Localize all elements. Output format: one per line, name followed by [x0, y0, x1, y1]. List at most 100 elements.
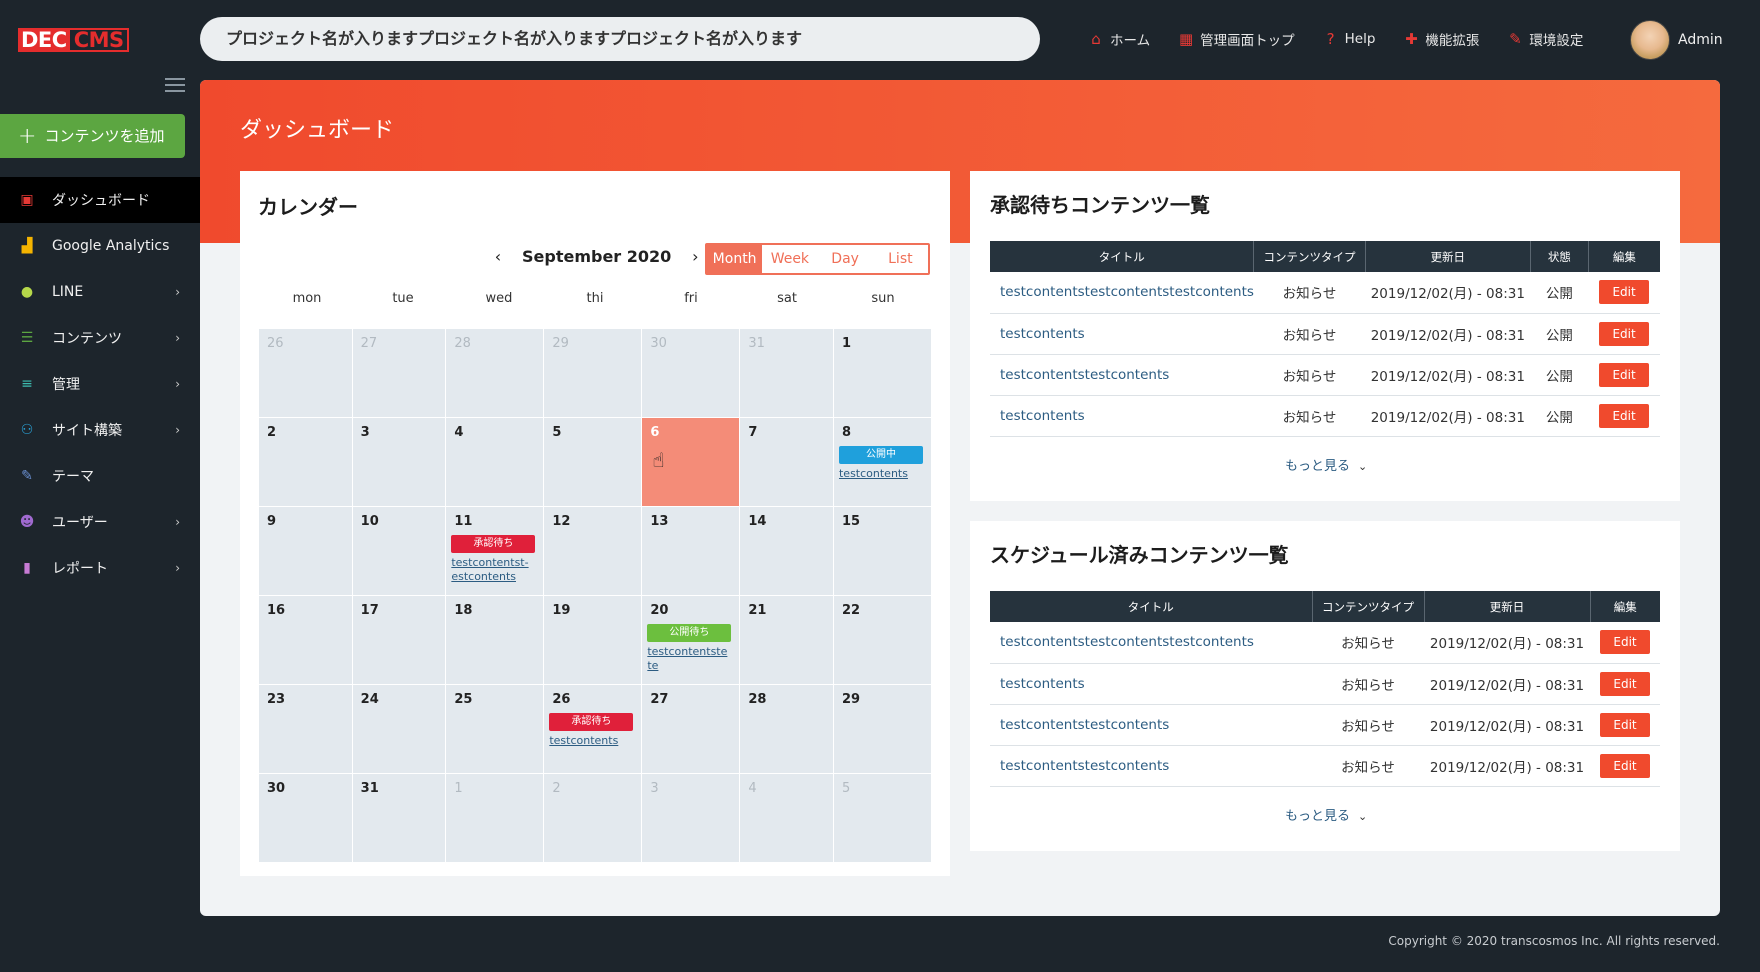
calendar-day[interactable]: 2 — [259, 418, 352, 506]
topnav-item-2[interactable]: ? Help — [1323, 30, 1376, 48]
calendar-day[interactable]: 26 承認待ち testcontents — [544, 685, 642, 773]
calendar-day[interactable]: 30 — [259, 774, 352, 862]
calendar-day[interactable]: 5 — [544, 418, 642, 506]
row-title-link[interactable]: testcontentstestcontents — [990, 745, 1312, 787]
calendar-day[interactable]: 26 — [259, 329, 352, 417]
event-link[interactable]: testcontentst-estcontents — [451, 556, 535, 584]
row-title-link[interactable]: testcontents — [990, 313, 1254, 355]
prev-month-button[interactable]: ‹ — [488, 247, 508, 266]
sidebar-item-1[interactable]: ▟ Google Analytics — [0, 223, 200, 269]
calendar-day[interactable]: 27 — [352, 329, 446, 417]
row-title-link[interactable]: testcontentstestcontents — [990, 704, 1312, 746]
calendar-day[interactable]: 24 — [352, 685, 446, 773]
edit-button[interactable]: Edit — [1599, 280, 1650, 305]
calendar-day[interactable]: 15 — [833, 507, 931, 595]
day-number: 19 — [552, 603, 571, 618]
calendar-day[interactable]: 29 — [833, 685, 931, 773]
scheduled-more-label: もっと見る — [1285, 809, 1351, 824]
view-month-button[interactable]: Month — [707, 245, 763, 273]
edit-button[interactable]: Edit — [1600, 753, 1650, 778]
calendar-day[interactable]: 7 — [740, 418, 833, 506]
calendar-day[interactable]: 20 公開待ち testcontentstete — [642, 596, 740, 684]
calendar-day[interactable]: 22 — [833, 596, 931, 684]
sidebar-item-4[interactable]: ≡ 管理 › — [0, 361, 200, 407]
row-title-link[interactable]: testcontentstestcontentstestcontents — [990, 622, 1312, 664]
scheduled-more-link[interactable]: もっと見る ⌄ — [1285, 805, 1367, 824]
day-number: 4 — [748, 781, 757, 796]
day-number: 8 — [841, 425, 852, 440]
calendar-day[interactable]: 17 — [352, 596, 446, 684]
calendar-day[interactable]: 3 — [642, 774, 740, 862]
calendar-day[interactable]: 13 — [642, 507, 740, 595]
chevron-right-icon: › — [175, 423, 180, 437]
event-link[interactable]: testcontents — [549, 734, 633, 748]
calendar-day[interactable]: 4 — [446, 418, 544, 506]
edit-button[interactable]: Edit — [1600, 671, 1650, 696]
view-day-button[interactable]: Day — [818, 245, 873, 273]
dec-cms-logo[interactable]: DEC CMS — [18, 28, 129, 52]
calendar-day[interactable]: 16 — [259, 596, 352, 684]
sidebar-item-8[interactable]: ▮ レポート › — [0, 545, 200, 591]
row-status: 公開 — [1530, 272, 1589, 314]
event-link[interactable]: testcontents — [839, 467, 923, 481]
calendar-day[interactable]: 8 公開中 testcontents — [833, 418, 931, 506]
calendar-day[interactable]: 25 — [446, 685, 544, 773]
calendar-day[interactable]: 29 — [544, 329, 642, 417]
pending-more-link[interactable]: もっと見る ⌄ — [1285, 455, 1367, 474]
calendar-day[interactable]: 23 — [259, 685, 352, 773]
next-month-button[interactable]: › — [685, 247, 705, 266]
sidebar-item-6[interactable]: ✎ テーマ — [0, 453, 200, 499]
add-content-button[interactable]: + コンテンツを追加 — [0, 114, 185, 158]
calendar-day[interactable]: 19 — [544, 596, 642, 684]
calendar-day[interactable]: 2 — [544, 774, 642, 862]
event-status-badge: 公開中 — [838, 446, 923, 464]
row-title-link[interactable]: testcontentstestcontents — [990, 354, 1254, 396]
calendar-day[interactable]: 10 — [352, 507, 446, 595]
calendar-day[interactable]: 31 — [740, 329, 833, 417]
calendar-day-today[interactable]: 6 ☝ — [642, 418, 740, 506]
sidebar-item-3[interactable]: ☰ コンテンツ › — [0, 315, 200, 361]
project-name-field[interactable]: プロジェクト名が入りますプロジェクト名が入りますプロジェクト名が入ります — [200, 17, 1040, 61]
sidebar-item-0[interactable]: ▣ ダッシュボード — [0, 177, 200, 223]
topnav-item-4[interactable]: ✎ 環境設定 — [1507, 29, 1583, 49]
calendar-day[interactable]: 9 — [259, 507, 352, 595]
topnav-item-0[interactable]: ⌂ ホーム — [1088, 29, 1150, 49]
pending-more-label: もっと見る — [1285, 459, 1351, 474]
edit-button[interactable]: Edit — [1599, 403, 1650, 428]
row-title-link[interactable]: testcontentstestcontentstestcontents — [990, 272, 1254, 314]
hamburger-menu-icon[interactable] — [165, 78, 185, 94]
calendar-day[interactable]: 18 — [446, 596, 544, 684]
calendar-day[interactable]: 12 — [544, 507, 642, 595]
row-edit-cell: Edit — [1590, 622, 1660, 664]
calendar-day[interactable]: 30 — [642, 329, 740, 417]
topnav-item-3[interactable]: ✚ 機能拡張 — [1403, 29, 1479, 49]
row-title-link[interactable]: testcontents — [990, 663, 1312, 705]
calendar-day[interactable]: 1 — [833, 329, 931, 417]
calendar-day[interactable]: 28 — [740, 685, 833, 773]
calendar-day[interactable]: 1 — [446, 774, 544, 862]
calendar-day[interactable]: 21 — [740, 596, 833, 684]
calendar-day[interactable]: 28 — [446, 329, 544, 417]
view-week-button[interactable]: Week — [762, 245, 817, 273]
view-list-button[interactable]: List — [873, 245, 928, 273]
topnav-item-1[interactable]: ▦ 管理画面トップ — [1178, 29, 1295, 49]
weekday-label: tue — [392, 291, 414, 306]
calendar-day[interactable]: 31 — [352, 774, 446, 862]
edit-button[interactable]: Edit — [1600, 712, 1650, 737]
row-title-link[interactable]: testcontents — [990, 395, 1254, 437]
row-edit-cell: Edit — [1588, 313, 1660, 355]
edit-button[interactable]: Edit — [1599, 362, 1650, 387]
calendar-day[interactable]: 3 — [352, 418, 446, 506]
calendar-day[interactable]: 14 — [740, 507, 833, 595]
user-menu[interactable]: Admin — [1630, 20, 1723, 60]
sidebar-item-2[interactable]: ● LINE › — [0, 269, 200, 315]
sidebar-item-7[interactable]: ☻ ユーザー › — [0, 499, 200, 545]
edit-button[interactable]: Edit — [1600, 630, 1650, 655]
event-link[interactable]: testcontentstete — [647, 645, 731, 673]
calendar-day[interactable]: 11 承認待ち testcontentst-estcontents — [446, 507, 544, 595]
edit-button[interactable]: Edit — [1599, 321, 1650, 346]
calendar-day[interactable]: 5 — [833, 774, 931, 862]
calendar-day[interactable]: 4 — [740, 774, 833, 862]
calendar-day[interactable]: 27 — [642, 685, 740, 773]
sidebar-item-5[interactable]: ⚇ サイト構築 › — [0, 407, 200, 453]
